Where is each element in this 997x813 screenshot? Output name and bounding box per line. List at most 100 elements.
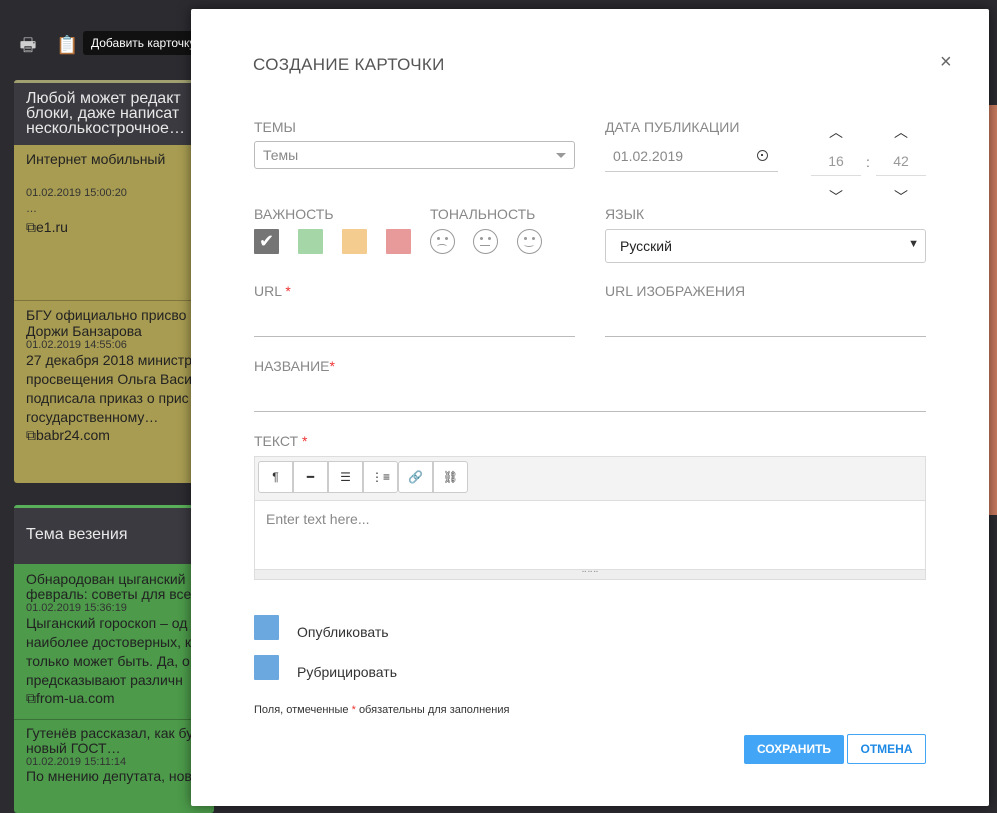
importance-low[interactable] [298, 229, 323, 254]
card-title: Гутенёв рассказал, как бу новый ГОСТ… [26, 725, 194, 756]
tonality-label: ТОНАЛЬНОСТЬ [430, 206, 536, 222]
minute-value[interactable]: 42 [876, 146, 926, 176]
chevron-up-icon[interactable]: ︿ [811, 123, 861, 141]
card-date: 01.02.2019 15:00:20 [26, 187, 127, 199]
importance-neutral[interactable]: ✔ [254, 229, 279, 254]
horizontal-rule-icon[interactable]: ━ [293, 461, 328, 493]
required-mark: * [351, 704, 356, 716]
pubdate-field[interactable]: 01.02.2019 [605, 142, 778, 172]
time-separator: : [866, 154, 870, 170]
card-source-label: e1.ru [36, 219, 68, 235]
image-url-label: URL ИЗОБРАЖЕНИЯ [605, 283, 746, 299]
sad-face-icon[interactable] [430, 229, 455, 254]
check-icon: ✔ [258, 231, 275, 251]
bullet-list-icon[interactable]: ☰ [328, 461, 363, 493]
card-date: 01.02.2019 15:11:14 [26, 756, 127, 768]
card-source-label: from-ua.com [36, 690, 115, 706]
importance-label: ВАЖНОСТЬ [254, 206, 334, 222]
card-date: 01.02.2019 15:36:19 [26, 602, 127, 614]
happy-face-icon[interactable] [517, 229, 542, 254]
link-icon[interactable]: 🔗 [398, 461, 433, 493]
column-title-line: блоки, даже написат [26, 105, 180, 122]
dialog-title: СОЗДАНИЕ КАРТОЧКИ [253, 55, 445, 74]
editor-toolbar: ¶ ━ ☰ ⋮≡ 🔗 ⛓ [255, 457, 925, 501]
minute-spinner: ︿ 42 ﹀ [876, 123, 926, 206]
create-card-dialog: СОЗДАНИЕ КАРТОЧКИ × ТЕМЫ Темы ДАТА ПУБЛИ… [191, 9, 989, 806]
card-text: … [26, 203, 37, 215]
chevron-down-icon[interactable]: ﹀ [876, 188, 926, 206]
numbered-list-icon[interactable]: ⋮≡ [363, 461, 398, 493]
unlink-icon[interactable]: ⛓ [433, 461, 468, 493]
card-source[interactable]: ⧉from-ua.com [26, 690, 202, 707]
news-card[interactable]: Интернет мобильный 01.02.2019 15:00:20 …… [14, 145, 214, 242]
clipboard-add-icon[interactable]: 📋 [56, 35, 78, 55]
topics-select[interactable]: Темы [254, 141, 575, 169]
caret-down-icon: ▼ [908, 238, 919, 250]
external-link-icon: ⧉ [26, 219, 36, 235]
text-editor: ¶ ━ ☰ ⋮≡ 🔗 ⛓ Enter text here... ⠒⠒⠒ [254, 456, 926, 580]
column-title-line: несколькострочное… [26, 120, 185, 137]
note-text: обязательны для заполнения [358, 704, 510, 716]
printer-icon[interactable]: 🖶 [17, 35, 39, 55]
external-link-icon: ⧉ [26, 427, 36, 443]
rubricate-label: Рубрицировать [297, 664, 397, 680]
card-source[interactable]: ⧉e1.ru [26, 219, 202, 236]
card-title: Интернет мобильный [26, 151, 166, 167]
text-label: ТЕКСТ * [254, 433, 307, 449]
language-label: ЯЗЫК [605, 206, 645, 222]
topic-column: Любой может редакт блоки, даже написат н… [14, 80, 214, 483]
resize-grip-icon[interactable]: ⠒⠒⠒ [255, 569, 925, 579]
paragraph-icon[interactable]: ¶ [258, 461, 293, 493]
required-mark: * [285, 283, 291, 299]
url-label: URL * [254, 283, 291, 299]
cancel-button[interactable]: ОТМЕНА [847, 734, 926, 764]
card-text: 27 декабря 2018 министр просвещения Ольг… [26, 352, 193, 425]
card-source-label: babr24.com [36, 427, 110, 443]
name-label: НАЗВАНИЕ* [254, 358, 335, 374]
close-icon[interactable]: × [940, 51, 952, 74]
column-title: Тема везения [14, 508, 214, 564]
news-card[interactable]: Обнародован цыганский февраль: советы дл… [14, 564, 214, 713]
topics-placeholder: Темы [263, 147, 299, 163]
tooltip: Добавить карточку [83, 31, 204, 55]
topics-label: ТЕМЫ [254, 119, 296, 135]
required-mark: * [329, 358, 335, 374]
column-title: Любой может редакт блоки, даже написат н… [14, 83, 214, 145]
card-title: БГУ официально присво Доржи Банзарова [26, 307, 187, 339]
card-source[interactable]: ⧉babr24.com [26, 427, 202, 444]
publish-checkbox[interactable] [254, 615, 279, 640]
language-select[interactable]: Русский ▼ [605, 229, 926, 263]
save-button[interactable]: СОХРАНИТЬ [744, 735, 844, 764]
news-card[interactable]: БГУ официально присво Доржи Банзарова 01… [14, 301, 214, 450]
column-title-line: Любой может редакт [26, 90, 181, 107]
chevron-up-icon[interactable]: ︿ [876, 123, 926, 141]
hour-value[interactable]: 16 [811, 146, 861, 176]
chevron-down-icon [556, 153, 566, 158]
clock-icon[interactable] [757, 150, 768, 161]
text-label-text: ТЕКСТ [254, 433, 299, 449]
required-mark: * [301, 433, 308, 449]
name-label-text: НАЗВАНИЕ [254, 358, 330, 374]
image-url-input[interactable] [605, 307, 926, 337]
importance-high[interactable] [386, 229, 411, 254]
hour-spinner: ︿ 16 ﹀ [811, 123, 861, 206]
external-link-icon: ⧉ [26, 690, 36, 706]
name-input[interactable] [254, 382, 926, 412]
url-input[interactable] [254, 307, 575, 337]
url-label-text: URL [254, 283, 282, 299]
importance-medium[interactable] [342, 229, 367, 254]
news-card[interactable]: Гутенёв рассказал, как бу новый ГОСТ… 01… [14, 720, 214, 790]
pubdate-label: ДАТА ПУБЛИКАЦИИ [605, 119, 740, 135]
card-title: Обнародован цыганский февраль: советы дл… [26, 571, 192, 602]
note-text: Поля, отмеченные [254, 704, 349, 716]
required-note: Поля, отмеченные * обязательны для запол… [254, 704, 509, 716]
card-text: Цыганский гороскоп – од наиболее достове… [26, 615, 192, 688]
card-date: 01.02.2019 14:55:06 [26, 339, 127, 351]
language-value: Русский [620, 238, 672, 254]
pubdate-value: 01.02.2019 [613, 148, 684, 164]
neutral-face-icon[interactable] [473, 229, 498, 254]
publish-label: Опубликовать [297, 624, 389, 640]
rubricate-checkbox[interactable] [254, 655, 279, 680]
editor-content[interactable]: Enter text here... [255, 501, 925, 569]
chevron-down-icon[interactable]: ﹀ [811, 188, 861, 206]
